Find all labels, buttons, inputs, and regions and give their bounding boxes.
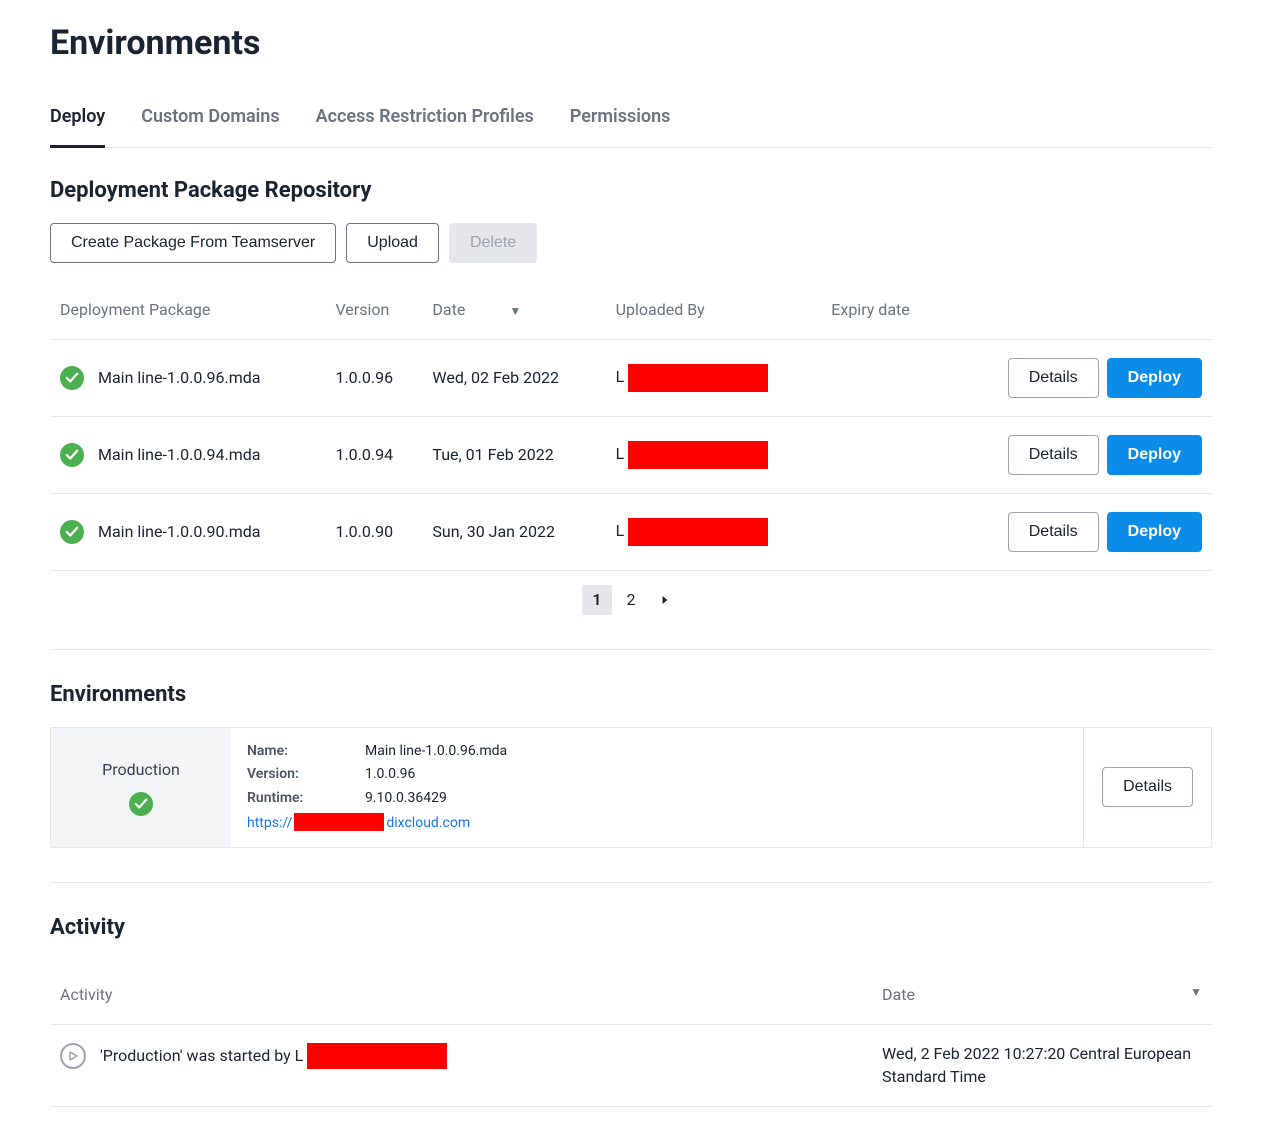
table-row: Main line-1.0.0.94.mda 1.0.0.94 Tue, 01 … bbox=[50, 416, 1212, 493]
create-package-button[interactable]: Create Package From Teamserver bbox=[50, 223, 336, 263]
col-package[interactable]: Deployment Package bbox=[50, 281, 325, 340]
divider bbox=[50, 649, 1212, 650]
expiry-date bbox=[821, 339, 944, 416]
environments-title: Environments bbox=[50, 680, 1212, 711]
tab-custom-domains[interactable]: Custom Domains bbox=[141, 96, 279, 148]
upload-button[interactable]: Upload bbox=[346, 223, 439, 263]
activity-table: Activity Date ▼ 'Production' was started… bbox=[50, 960, 1212, 1107]
sort-desc-icon: ▼ bbox=[509, 304, 521, 318]
col-activity[interactable]: Activity bbox=[50, 960, 872, 1025]
redacted bbox=[628, 518, 768, 546]
tab-permissions[interactable]: Permissions bbox=[570, 96, 671, 148]
activity-row: 'Production' was started by L Wed, 2 Feb… bbox=[50, 1025, 1212, 1107]
page-1[interactable]: 1 bbox=[582, 585, 612, 615]
col-activity-date-label: Date bbox=[882, 985, 915, 1004]
repo-button-row: Create Package From Teamserver Upload De… bbox=[50, 223, 1212, 263]
details-button[interactable]: Details bbox=[1008, 435, 1099, 475]
env-version-val: 1.0.0.96 bbox=[365, 765, 415, 785]
chevron-right-icon bbox=[661, 596, 669, 604]
expiry-date bbox=[821, 493, 944, 570]
environment-card: Production Name: Main line-1.0.0.96.mda … bbox=[50, 727, 1212, 848]
col-expiry[interactable]: Expiry date bbox=[821, 281, 944, 340]
package-date: Tue, 01 Feb 2022 bbox=[422, 416, 605, 493]
page-title: Environments bbox=[50, 20, 1212, 68]
tab-bar: Deploy Custom Domains Access Restriction… bbox=[50, 96, 1212, 148]
package-name: Main line-1.0.0.94.mda bbox=[98, 444, 260, 466]
env-version-key: Version: bbox=[247, 765, 357, 785]
deploy-button[interactable]: Deploy bbox=[1107, 512, 1202, 552]
package-date: Wed, 02 Feb 2022 bbox=[422, 339, 605, 416]
env-runtime-val: 9.10.0.36429 bbox=[365, 789, 447, 809]
tab-deploy[interactable]: Deploy bbox=[50, 96, 105, 148]
package-version: 1.0.0.94 bbox=[325, 416, 422, 493]
uploaded-by: L bbox=[606, 416, 822, 493]
package-name: Main line-1.0.0.90.mda bbox=[98, 521, 260, 543]
activity-date: Wed, 2 Feb 2022 10:27:20 Central Europea… bbox=[872, 1025, 1212, 1107]
col-uploaded-by[interactable]: Uploaded By bbox=[606, 281, 822, 340]
package-version: 1.0.0.96 bbox=[325, 339, 422, 416]
check-icon bbox=[60, 366, 84, 390]
redacted bbox=[628, 441, 768, 469]
packages-table: Deployment Package Version Date ▼ Upload… bbox=[50, 281, 1212, 571]
col-date-label: Date bbox=[432, 300, 465, 319]
env-url-suffix: dixcloud.com bbox=[386, 815, 470, 831]
divider bbox=[50, 882, 1212, 883]
env-card-details: Name: Main line-1.0.0.96.mda Version: 1.… bbox=[231, 728, 1084, 847]
activity-title: Activity bbox=[50, 913, 1212, 944]
table-row: Main line-1.0.0.90.mda 1.0.0.90 Sun, 30 … bbox=[50, 493, 1212, 570]
expiry-date bbox=[821, 416, 944, 493]
col-version[interactable]: Version bbox=[325, 281, 422, 340]
deploy-button[interactable]: Deploy bbox=[1107, 435, 1202, 475]
redacted bbox=[307, 1043, 447, 1069]
redacted bbox=[294, 813, 384, 831]
redacted bbox=[628, 364, 768, 392]
col-date[interactable]: Date ▼ bbox=[422, 281, 605, 340]
env-details-button[interactable]: Details bbox=[1102, 767, 1193, 807]
env-card-left: Production bbox=[51, 728, 231, 847]
details-button[interactable]: Details bbox=[1008, 358, 1099, 398]
check-icon bbox=[60, 443, 84, 467]
uploaded-by: L bbox=[606, 339, 822, 416]
page-next[interactable] bbox=[650, 585, 680, 615]
page-2[interactable]: 2 bbox=[616, 585, 646, 615]
deploy-button[interactable]: Deploy bbox=[1107, 358, 1202, 398]
env-url[interactable]: https:// dixcloud.com bbox=[247, 813, 1067, 834]
env-runtime-key: Runtime: bbox=[247, 789, 357, 809]
repo-title: Deployment Package Repository bbox=[50, 176, 1212, 207]
details-button[interactable]: Details bbox=[1008, 512, 1099, 552]
package-name: Main line-1.0.0.96.mda bbox=[98, 367, 260, 389]
sort-desc-icon: ▼ bbox=[1190, 984, 1202, 1001]
env-url-prefix: https:// bbox=[247, 815, 292, 831]
uploaded-by: L bbox=[606, 493, 822, 570]
col-activity-date[interactable]: Date ▼ bbox=[872, 960, 1212, 1025]
table-row: Main line-1.0.0.96.mda 1.0.0.96 Wed, 02 … bbox=[50, 339, 1212, 416]
env-name-val: Main line-1.0.0.96.mda bbox=[365, 742, 507, 762]
play-icon bbox=[60, 1043, 86, 1069]
check-icon bbox=[129, 792, 153, 816]
delete-button: Delete bbox=[449, 223, 537, 263]
env-name-key: Name: bbox=[247, 742, 357, 762]
package-date: Sun, 30 Jan 2022 bbox=[422, 493, 605, 570]
check-icon bbox=[60, 520, 84, 544]
env-label: Production bbox=[102, 759, 180, 781]
pagination: 1 2 bbox=[50, 585, 1212, 615]
activity-text: 'Production' was started by L bbox=[100, 1045, 303, 1067]
tab-access-restriction[interactable]: Access Restriction Profiles bbox=[316, 96, 534, 148]
package-version: 1.0.0.90 bbox=[325, 493, 422, 570]
